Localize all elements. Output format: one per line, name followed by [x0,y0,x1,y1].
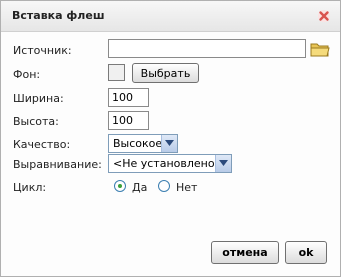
ok-button[interactable]: ok [285,241,327,264]
height-label: Высота: [13,115,59,128]
width-label: Ширина: [13,92,64,105]
choose-color-button[interactable]: Выбрать [132,63,199,83]
align-label: Выравнивание: [13,158,102,171]
loop-label: Цикл: [13,181,47,194]
align-select[interactable]: <Не установлено> [108,154,232,173]
loop-yes-label: Да [132,181,148,194]
background-label: Фон: [13,68,41,81]
dialog-title: Вставка флеш [12,9,105,22]
cancel-button[interactable]: отмена [211,241,279,264]
height-input[interactable] [108,111,149,130]
quality-label: Качество: [13,138,71,151]
flash-insert-dialog: Вставка флеш Источник: Фон: Выбрать Шири… [0,0,341,277]
folder-icon[interactable] [310,40,330,58]
background-color-swatch[interactable] [108,64,125,81]
width-input[interactable] [108,88,149,107]
source-input[interactable] [108,39,306,58]
chevron-down-icon[interactable] [215,155,231,172]
dialog-titlebar[interactable]: Вставка флеш [1,1,340,32]
align-selected-value: <Не установлено> [113,157,224,170]
loop-no-radio[interactable] [158,180,170,192]
close-icon[interactable] [317,9,331,23]
source-label: Источник: [13,44,72,57]
loop-no-label: Нет [176,181,198,194]
loop-yes-radio[interactable] [114,180,126,192]
quality-select[interactable]: Высокое [108,134,178,153]
chevron-down-icon[interactable] [161,135,177,152]
quality-selected-value: Высокое [113,137,163,150]
